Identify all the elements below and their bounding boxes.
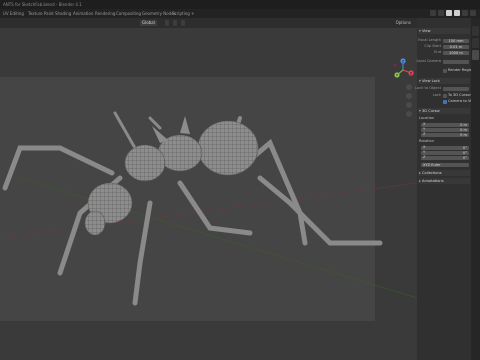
lock-to-object-label: Lock to Object: [415, 86, 441, 90]
view-lock-section-header[interactable]: View Lock: [418, 78, 470, 84]
rotation-mode-dropdown[interactable]: XYZ Euler: [421, 162, 469, 167]
options-menu[interactable]: Options: [396, 18, 411, 28]
transform-orientation-dropdown[interactable]: Global: [140, 20, 157, 26]
local-camera-row: Local Camera: [416, 59, 469, 64]
proportional-edit-icon[interactable]: [173, 20, 177, 26]
to-3d-cursor-label: To 3D Cursor: [448, 93, 471, 97]
annotations-section-header[interactable]: Annotations: [418, 178, 470, 184]
workspace-tabs-bar: UV Editing Texture Paint Shading Animati…: [0, 9, 480, 18]
sidebar-n-panel: View Focal Length 150 mm Clip Start 0.01…: [415, 18, 477, 360]
rotation-mode-row: XYZ Euler: [419, 162, 469, 167]
tab-animation[interactable]: Animation: [73, 9, 93, 18]
clip-start-label: Clip Start: [424, 44, 441, 48]
sidebar-tabs: [471, 18, 480, 360]
tab-item[interactable]: [472, 26, 479, 36]
render-region-row: Render Region: [419, 68, 474, 73]
rotation-label: Rotation: [419, 139, 435, 143]
local-camera-field[interactable]: [443, 59, 469, 64]
rendered-shading-icon[interactable]: [470, 10, 476, 16]
cursor-rotation-x-field[interactable]: 0°: [421, 145, 469, 150]
tab-scripting[interactable]: Scripting: [172, 9, 190, 18]
3d-cursor-section-header[interactable]: 3D Cursor: [418, 108, 470, 114]
tab-uv-editing[interactable]: UV Editing: [3, 9, 24, 18]
lock-to-object-row: Lock to Object: [415, 86, 469, 91]
cursor-location-x-field[interactable]: 0 m: [421, 122, 469, 127]
wireframe-shading-icon[interactable]: [446, 10, 452, 16]
location-heading: Location: [419, 116, 469, 121]
cursor-location-z-field[interactable]: 0 m: [421, 132, 469, 137]
tab-compositing[interactable]: Compositing: [116, 9, 141, 18]
clip-end-row: End 1000 m: [419, 50, 469, 55]
navigation-gizmo[interactable]: Z X Y: [391, 58, 415, 82]
tab-texture-paint[interactable]: Texture Paint: [28, 9, 54, 18]
material-shading-icon[interactable]: [462, 10, 468, 16]
camera-to-view-row: Camera to View: [419, 99, 477, 104]
add-workspace-button[interactable]: +: [191, 9, 194, 18]
location-label: Location: [419, 116, 435, 120]
cursor-location-z-label: Z: [423, 132, 426, 136]
pivot-point-icon[interactable]: [181, 20, 185, 26]
tab-geometry-nodes[interactable]: Geometry Nodes: [142, 9, 176, 18]
snap-icon[interactable]: [165, 20, 169, 26]
camera-view-icon[interactable]: [406, 102, 412, 108]
focal-length-field[interactable]: 150 mm: [443, 38, 469, 43]
tab-shading[interactable]: Shading: [55, 9, 71, 18]
collections-section-header[interactable]: Collections: [418, 170, 470, 176]
cursor-location-y-field[interactable]: 0 m: [421, 127, 469, 132]
viewport-header: Global Options: [0, 18, 417, 28]
render-region-checkbox[interactable]: [443, 68, 447, 73]
clip-start-field[interactable]: 0.01 m: [443, 44, 469, 49]
cursor-rotation-z-field[interactable]: 0°: [421, 155, 469, 160]
pan-hand-icon[interactable]: [406, 93, 412, 99]
clip-start-row: Clip Start 0.01 m: [419, 44, 469, 49]
y-axis-line: [19, 177, 417, 299]
perspective-grid-icon[interactable]: [406, 111, 412, 117]
rotation-heading: Rotation: [419, 139, 469, 144]
local-camera-label: Local Camera: [416, 59, 441, 63]
3d-viewport[interactable]: Z X Y: [0, 28, 417, 360]
focal-length-row: Focal Length 150 mm: [418, 38, 469, 43]
cursor-loc-z-row: 0 m Z: [419, 132, 469, 137]
window-titlebar: ANTS for SketchFab.blend - Blender 4.1: [0, 0, 480, 9]
tab-view[interactable]: [472, 50, 479, 60]
shading-mode-group: [430, 10, 476, 16]
clip-end-label: End: [434, 50, 441, 54]
zoom-icon[interactable]: [406, 84, 412, 90]
cursor-rotation-y-field[interactable]: 0°: [421, 150, 469, 155]
solid-shading-icon[interactable]: [454, 10, 460, 16]
to-3d-cursor-checkbox[interactable]: [443, 93, 447, 98]
lock-to-cursor-row: Lock To 3D Cursor: [419, 93, 471, 98]
window-title: ANTS for SketchFab.blend - Blender 4.1: [3, 2, 82, 7]
viewport-navigation-buttons: [406, 84, 412, 117]
lock-object-field[interactable]: [443, 86, 469, 91]
xray-icon[interactable]: [430, 10, 436, 16]
cursor-rot-z-row: 0° Z: [419, 155, 469, 160]
clip-end-field[interactable]: 1000 m: [443, 50, 469, 55]
focal-length-label: Focal Length: [418, 38, 441, 42]
view-section-header[interactable]: View: [418, 28, 470, 34]
overlay-icon[interactable]: [438, 10, 444, 16]
tab-tool[interactable]: [472, 38, 479, 48]
lock-label: Lock: [432, 93, 441, 97]
cursor-rotation-z-label: Z: [423, 155, 426, 159]
tab-rendering[interactable]: Rendering: [95, 9, 115, 18]
camera-to-view-checkbox[interactable]: [443, 99, 447, 104]
ant-model-wireframe: [0, 111, 417, 306]
